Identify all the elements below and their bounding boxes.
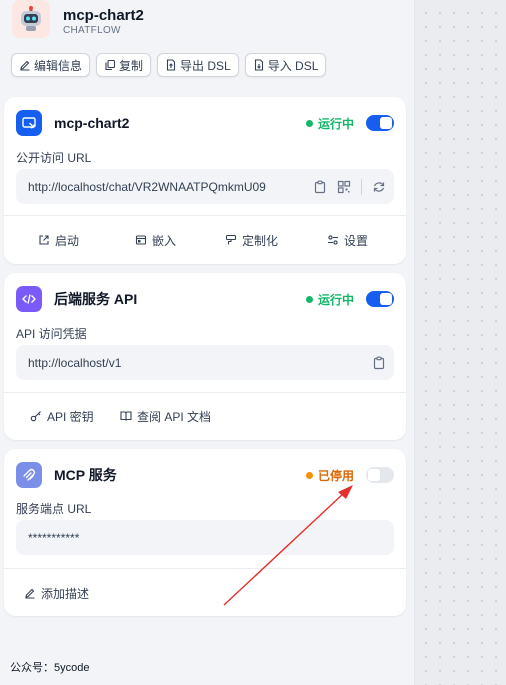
api-key-button[interactable]: API 密钥	[30, 408, 94, 425]
mcp-status: 已停用	[305, 467, 354, 484]
launch-button[interactable]: 启动	[38, 232, 79, 249]
api-status: 运行中	[305, 291, 354, 308]
mcp-status-label: 已停用	[317, 469, 354, 483]
endpoint-url-label: 服务端点 URL	[16, 502, 92, 516]
edit-info-label: 编辑信息	[34, 58, 83, 73]
customize-label: 定制化	[242, 233, 279, 248]
webapp-icon	[16, 110, 42, 136]
api-credential-label: API 访问凭据	[16, 327, 87, 341]
api-toggle[interactable]	[366, 291, 394, 307]
api-status-label: 运行中	[317, 293, 354, 307]
api-title: 后端服务 API	[54, 291, 138, 307]
api-actions: API 密钥 查阅 API 文档	[4, 408, 406, 424]
edit-icon	[20, 60, 30, 71]
endpoint-url-value: ***********	[28, 530, 80, 545]
qrcode-icon[interactable]	[337, 180, 351, 194]
embed-button[interactable]: 嵌入	[135, 232, 176, 249]
clipboard-icon[interactable]	[313, 180, 327, 194]
api-key-label: API 密钥	[47, 409, 94, 424]
launch-label: 启动	[55, 233, 80, 248]
status-dot-icon	[305, 472, 313, 479]
webapp-card: mcp-chart2 运行中 公开访问 URL http://localhost…	[4, 97, 406, 264]
api-docs-label: 查阅 API 文档	[137, 409, 212, 424]
embed-label: 嵌入	[152, 233, 177, 248]
mcp-title: MCP 服务	[54, 467, 117, 483]
api-card-header: 后端服务 API 运行中	[16, 286, 394, 312]
import-dsl-button[interactable]: 导入 DSL	[244, 53, 327, 77]
customize-icon	[225, 234, 237, 245]
api-url-field: http://localhost/v1	[16, 345, 394, 380]
webapp-actions: 启动 嵌入 定制化 设置	[4, 232, 406, 248]
copy-icon	[105, 59, 116, 71]
add-description-label: 添加描述	[41, 586, 90, 601]
app-action-bar: 编辑信息 复制 导出 DSL 导入 DSL	[11, 53, 327, 77]
settings-label: 设置	[344, 233, 369, 248]
export-dsl-button[interactable]: 导出 DSL	[157, 53, 239, 77]
mcp-service-icon	[16, 462, 42, 488]
clipboard-icon[interactable]	[372, 356, 386, 370]
api-url-value: http://localhost/v1	[28, 355, 122, 370]
refresh-icon[interactable]	[372, 180, 386, 194]
public-url-field: http://localhost/chat/VR2WNAATPQmkmU09	[16, 169, 394, 204]
card-divider	[4, 568, 406, 569]
field-divider	[361, 178, 362, 195]
canvas-background	[415, 0, 506, 685]
edit-info-button[interactable]: 编辑信息	[11, 53, 91, 77]
app-name: mcp-chart2	[63, 7, 144, 24]
card-divider	[4, 392, 406, 393]
export-dsl-label: 导出 DSL	[180, 58, 231, 73]
webapp-card-header: mcp-chart2 运行中	[16, 110, 394, 136]
settings-icon	[328, 235, 338, 245]
webapp-status: 运行中	[305, 115, 354, 132]
add-description-button[interactable]: 添加描述	[24, 585, 89, 602]
copy-label: 复制	[119, 58, 144, 73]
book-icon	[120, 411, 132, 421]
public-url-label: 公开访问 URL	[16, 151, 92, 165]
api-docs-button[interactable]: 查阅 API 文档	[120, 408, 211, 425]
footer-note: 公众号：5ycode	[10, 662, 90, 674]
import-dsl-label: 导入 DSL	[267, 58, 319, 73]
endpoint-url-field: ***********	[16, 520, 394, 555]
app-type: CHATFLOW	[63, 25, 121, 36]
edit-icon	[25, 588, 35, 599]
key-icon	[30, 411, 41, 422]
mcp-toggle[interactable]	[366, 467, 394, 483]
webapp-toggle[interactable]	[366, 115, 394, 131]
app-header: mcp-chart2 CHATFLOW	[12, 0, 144, 44]
api-code-icon	[16, 286, 42, 312]
toggle-knob	[380, 117, 392, 129]
settings-button[interactable]: 设置	[327, 232, 368, 249]
status-dot-icon	[305, 296, 313, 303]
mcp-actions: 添加描述	[4, 585, 406, 601]
toggle-knob	[368, 469, 380, 481]
embed-icon	[135, 235, 147, 245]
api-card: 后端服务 API 运行中 API 访问凭据 http://localhost/v…	[4, 273, 406, 440]
import-icon	[254, 59, 263, 71]
card-divider	[4, 215, 406, 216]
app-publish-panel: mcp-chart2 CHATFLOW 编辑信息 复制 导出 DSL 导入 DS…	[0, 0, 415, 685]
webapp-title: mcp-chart2	[54, 115, 130, 131]
export-icon	[166, 59, 176, 71]
robot-avatar-icon	[12, 0, 50, 38]
public-url-value: http://localhost/chat/VR2WNAATPQmkmU09	[28, 179, 266, 194]
mcp-card: MCP 服务 已停用 服务端点 URL *********** 添加描述	[4, 449, 406, 616]
mcp-card-header: MCP 服务 已停用	[16, 462, 394, 488]
toggle-knob	[380, 293, 392, 305]
status-dot-icon	[305, 120, 313, 127]
copy-button[interactable]: 复制	[96, 53, 152, 77]
webapp-status-label: 运行中	[317, 117, 354, 131]
customize-button[interactable]: 定制化	[225, 232, 278, 249]
launch-icon	[39, 235, 49, 245]
